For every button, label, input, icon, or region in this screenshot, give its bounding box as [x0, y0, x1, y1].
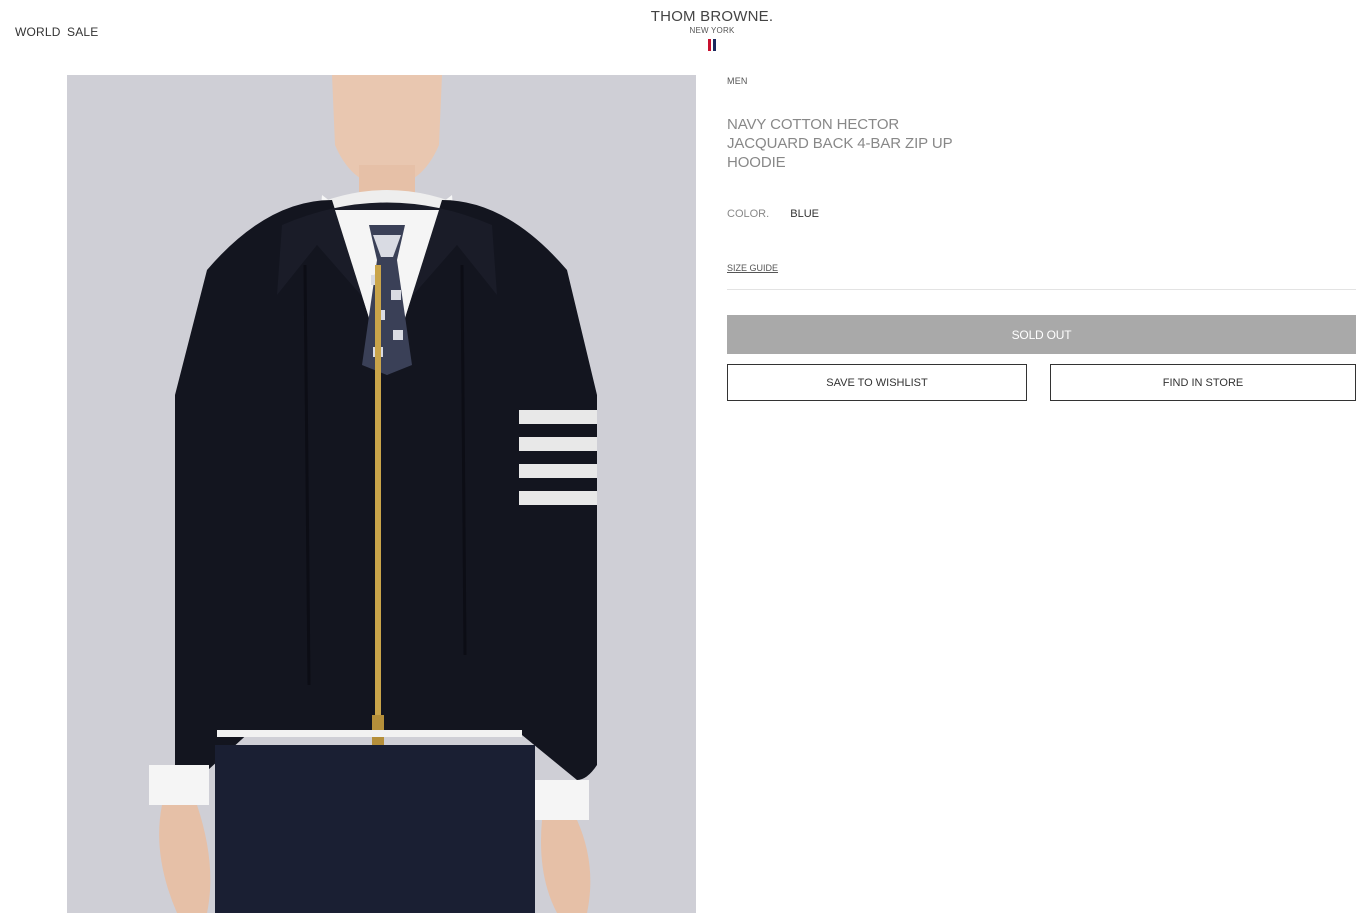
- nav-world-link[interactable]: WORLD: [15, 25, 61, 39]
- sold-out-button[interactable]: SOLD OUT: [727, 315, 1356, 354]
- divider: [727, 289, 1356, 290]
- save-to-wishlist-button[interactable]: SAVE TO WISHLIST: [727, 364, 1027, 401]
- tricolor-flag-icon: [612, 39, 812, 51]
- product-title-line: HOODIE: [727, 154, 786, 171]
- color-selector: COLOR. BLUE: [727, 208, 819, 220]
- logo-wordmark: THOM BROWNE.: [650, 8, 774, 25]
- size-guide-link[interactable]: SIZE GUIDE: [727, 263, 778, 273]
- nav-sale-link[interactable]: SALE: [67, 25, 99, 39]
- hoodie-model-illustration: [67, 75, 696, 913]
- product-category[interactable]: MEN: [727, 76, 748, 86]
- brand-logo[interactable]: THOM BROWNE. NEW YORK: [612, 8, 812, 51]
- logo-subtitle: NEW YORK: [689, 26, 735, 35]
- find-in-store-button[interactable]: FIND IN STORE: [1050, 364, 1356, 401]
- color-label: COLOR.: [727, 208, 770, 220]
- site-header: WORLD SALE THOM BROWNE. NEW YORK: [0, 0, 1368, 75]
- product-image[interactable]: [67, 75, 696, 913]
- product-title-line: JACQUARD BACK 4-BAR ZIP UP: [727, 135, 953, 152]
- product-title-line: NAVY COTTON HECTOR: [727, 116, 900, 133]
- product-title: NAVY COTTON HECTOR JACQUARD BACK 4-BAR Z…: [727, 115, 957, 172]
- color-value[interactable]: BLUE: [790, 208, 819, 220]
